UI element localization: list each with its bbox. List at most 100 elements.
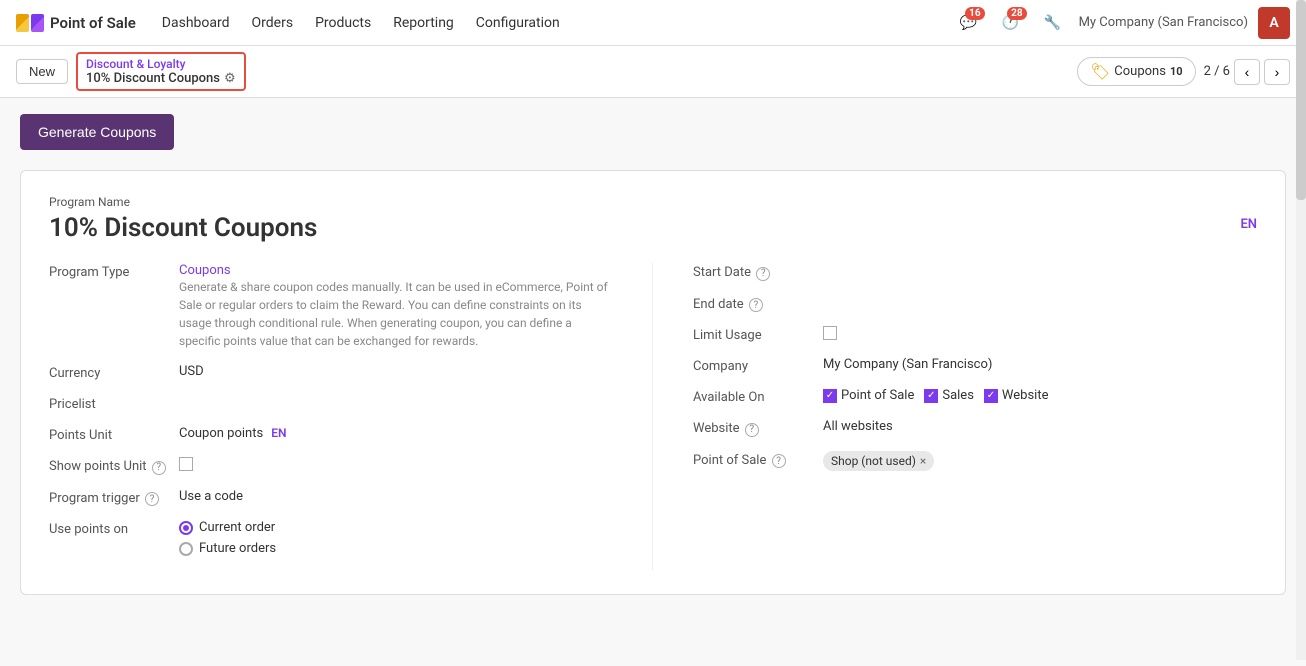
use-points-option1[interactable]: Current order — [179, 520, 276, 535]
end-date-label: End date ? — [693, 295, 823, 313]
available-on-options: ✓ Point of Sale ✓ Sales ✓ Website — [823, 388, 1048, 403]
pos-tag-label: Shop (not used) — [831, 454, 916, 468]
secondary-navigation: New Discount & Loyalty 10% Discount Coup… — [0, 46, 1306, 98]
start-date-tooltip: ? — [756, 267, 770, 281]
field-show-points: Show points Unit ? — [49, 457, 612, 475]
form-grid: Program Type Coupons Generate & share co… — [49, 263, 1257, 570]
field-company: Company My Company (San Francisco) — [693, 357, 1257, 374]
avail-website-label: Website — [1002, 388, 1049, 403]
currency-value[interactable]: USD — [179, 364, 204, 379]
activity-badge: 28 — [1007, 7, 1026, 20]
program-trigger-value[interactable]: Use a code — [179, 489, 243, 504]
show-points-tooltip: ? — [152, 461, 166, 475]
use-points-options: Current order Future orders — [179, 520, 276, 556]
generate-coupons-button[interactable]: Generate Coupons — [20, 114, 174, 150]
pagination-info: 2 / 6 — [1204, 64, 1230, 79]
use-points-option2[interactable]: Future orders — [179, 541, 276, 556]
pos-checkbox[interactable]: ✓ — [823, 389, 837, 403]
gear-icon[interactable]: ⚙ — [224, 71, 236, 86]
company-label: Company — [693, 357, 823, 374]
app-logo[interactable]: Point of Sale — [16, 13, 136, 33]
radio-current-order[interactable] — [179, 521, 193, 535]
program-name-label: Program Name — [49, 195, 1257, 209]
nav-configuration[interactable]: Configuration — [466, 11, 570, 35]
field-start-date: Start Date ? — [693, 263, 1257, 281]
field-program-trigger: Program trigger ? Use a code — [49, 489, 612, 507]
page-content: Generate Coupons Program Name 10% Discou… — [0, 98, 1306, 666]
new-button[interactable]: New — [16, 59, 68, 84]
en-button-top[interactable]: EN — [1240, 217, 1257, 232]
coupons-count: 10 — [1170, 65, 1183, 78]
pos-field-tooltip: ? — [772, 454, 786, 468]
start-date-label: Start Date ? — [693, 263, 823, 281]
program-type-label: Program Type — [49, 263, 179, 280]
field-points-unit: Points Unit Coupon points EN — [49, 426, 612, 443]
nav-reporting[interactable]: Reporting — [383, 11, 464, 35]
pos-tag-remove[interactable]: × — [920, 454, 926, 468]
website-label: Website ? — [693, 419, 823, 437]
logo-icon — [16, 13, 44, 33]
field-currency: Currency USD — [49, 364, 612, 381]
coupons-badge[interactable]: 🏷 Coupons 10 — [1077, 57, 1196, 86]
nav-products[interactable]: Products — [305, 11, 381, 35]
form-left: Program Type Coupons Generate & share co… — [49, 263, 653, 570]
settings-button[interactable]: 🔧 — [1037, 7, 1069, 39]
breadcrumb-parent[interactable]: Discount & Loyalty — [86, 57, 236, 71]
limit-usage-checkbox[interactable] — [823, 326, 837, 340]
scrollbar-thumb[interactable] — [1296, 0, 1306, 200]
pagination-prev[interactable]: ‹ — [1234, 59, 1260, 85]
activity-button[interactable]: 🕐 28 — [995, 7, 1027, 39]
avail-pos-label: Point of Sale — [841, 388, 914, 403]
option2-label: Future orders — [199, 541, 276, 556]
radio-future-orders[interactable] — [179, 542, 193, 556]
messages-button[interactable]: 💬 16 — [953, 7, 985, 39]
breadcrumb: Discount & Loyalty 10% Discount Coupons … — [76, 52, 246, 91]
use-points-label: Use points on — [49, 520, 179, 537]
program-trigger-tooltip: ? — [145, 492, 159, 506]
top-navigation: Point of Sale Dashboard Orders Products … — [0, 0, 1306, 46]
avail-sales[interactable]: ✓ Sales — [924, 388, 974, 403]
avatar[interactable]: A — [1258, 7, 1290, 39]
field-end-date: End date ? — [693, 295, 1257, 313]
field-program-type: Program Type Coupons Generate & share co… — [49, 263, 612, 350]
avail-pos[interactable]: ✓ Point of Sale — [823, 388, 914, 403]
pagination: 2 / 6 ‹ › — [1204, 59, 1290, 85]
points-unit-value[interactable]: Coupon points — [179, 426, 263, 441]
messages-badge: 16 — [965, 7, 984, 20]
show-points-checkbox[interactable] — [179, 457, 193, 471]
scrollbar-track — [1296, 0, 1306, 660]
field-use-points: Use points on Current order Future order… — [49, 520, 612, 556]
limit-usage-label: Limit Usage — [693, 326, 823, 343]
coupons-label: Coupons — [1114, 64, 1166, 79]
en-inline-button[interactable]: EN — [271, 426, 286, 440]
breadcrumb-current: 10% Discount Coupons ⚙ — [86, 71, 236, 86]
program-type-value[interactable]: Coupons — [179, 263, 612, 278]
app-title: Point of Sale — [50, 14, 136, 32]
tag-icon: 🏷 — [1090, 62, 1110, 81]
website-checkbox[interactable]: ✓ — [984, 389, 998, 403]
points-unit-label: Points Unit — [49, 426, 179, 443]
top-right-actions: 💬 16 🕐 28 🔧 My Company (San Francisco) A — [953, 7, 1290, 39]
program-type-desc: Generate & share coupon codes manually. … — [179, 278, 612, 350]
form-card: Program Name 10% Discount Coupons EN Pro… — [20, 170, 1286, 595]
nav-dashboard[interactable]: Dashboard — [152, 11, 240, 35]
avail-website[interactable]: ✓ Website — [984, 388, 1049, 403]
option1-label: Current order — [199, 520, 275, 535]
sales-checkbox[interactable]: ✓ — [924, 389, 938, 403]
breadcrumb-label: 10% Discount Coupons — [86, 71, 220, 86]
show-points-label: Show points Unit ? — [49, 457, 179, 475]
pricelist-label: Pricelist — [49, 395, 179, 412]
field-available-on: Available On ✓ Point of Sale ✓ Sales ✓ W — [693, 388, 1257, 405]
form-right: Start Date ? End date ? Limit Usage — [653, 263, 1257, 570]
avatar-initials: A — [1269, 15, 1278, 31]
pagination-next[interactable]: › — [1264, 59, 1290, 85]
field-website: Website ? All websites — [693, 419, 1257, 437]
pos-tag[interactable]: Shop (not used) × — [823, 451, 934, 471]
field-limit-usage: Limit Usage — [693, 326, 1257, 343]
field-pricelist: Pricelist — [49, 395, 612, 412]
company-value[interactable]: My Company (San Francisco) — [823, 357, 992, 372]
program-trigger-label: Program trigger ? — [49, 489, 179, 507]
nav-orders[interactable]: Orders — [242, 11, 304, 35]
website-value[interactable]: All websites — [823, 419, 893, 434]
available-on-label: Available On — [693, 388, 823, 405]
